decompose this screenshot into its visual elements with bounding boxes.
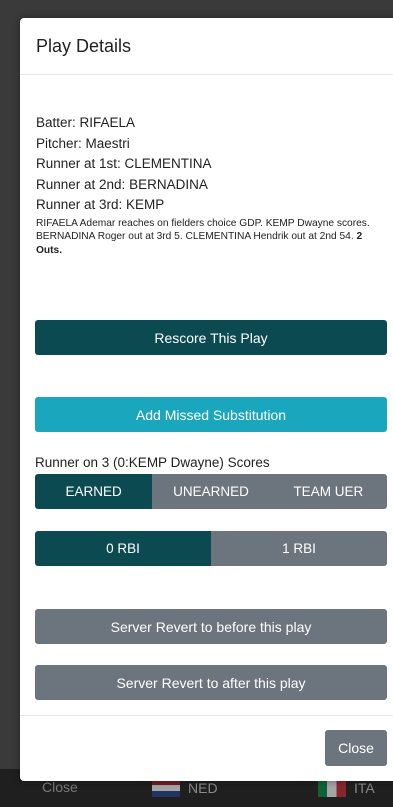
add-missed-substitution-button[interactable]: Add Missed Substitution — [35, 397, 387, 432]
play-narrative-text: RIFAELA Ademar reaches on fielders choic… — [36, 217, 370, 243]
rbi-toggle: 0 RBI 1 RBI — [35, 531, 387, 566]
background-close-label: Close — [42, 779, 78, 795]
earned-run-toggle: EARNED UNEARNED TEAM UER — [35, 474, 387, 509]
team-home-label: NED — [188, 780, 218, 796]
modal-body: Batter: RIFAELA Pitcher: Maestri Runner … — [20, 75, 393, 257]
runner-first-info: Runner at 1st: CLEMENTINA — [36, 156, 212, 171]
server-revert-before-button[interactable]: Server Revert to before this play — [35, 609, 387, 644]
italy-flag-icon — [318, 779, 346, 797]
modal-header: Play Details — [20, 18, 393, 75]
play-narrative: RIFAELA Ademar reaches on fielders choic… — [36, 217, 389, 258]
pitcher-info: Pitcher: Maestri — [36, 135, 130, 151]
batter-info: Batter: RIFAELA — [36, 115, 136, 130]
close-button[interactable]: Close — [325, 730, 387, 766]
rescore-play-button[interactable]: Rescore This Play — [35, 320, 387, 355]
team-uer-option[interactable]: TEAM UER — [269, 474, 387, 509]
runner-third-info: Runner at 3rd: KEMP — [36, 197, 165, 212]
server-revert-after-button[interactable]: Server Revert to after this play — [35, 665, 387, 700]
play-details-modal: Play Details Batter: RIFAELA Pitcher: Ma… — [20, 18, 393, 781]
runner-scores-label: Runner on 3 (0:KEMP Dwayne) Scores — [35, 455, 270, 470]
team-away-label: ITA — [354, 780, 375, 796]
netherlands-flag-icon — [152, 779, 180, 797]
earned-option[interactable]: EARNED — [35, 474, 153, 509]
one-rbi-option[interactable]: 1 RBI — [211, 531, 387, 566]
background-team-ita: ITA — [318, 779, 375, 797]
runner-second-info: Runner at 2nd: BERNADINA — [36, 176, 208, 192]
background-team-ned: NED — [152, 779, 218, 797]
modal-footer-divider — [20, 715, 393, 716]
unearned-option[interactable]: UNEARNED — [152, 474, 270, 509]
zero-rbi-option[interactable]: 0 RBI — [35, 531, 211, 566]
modal-title: Play Details — [36, 35, 132, 56]
